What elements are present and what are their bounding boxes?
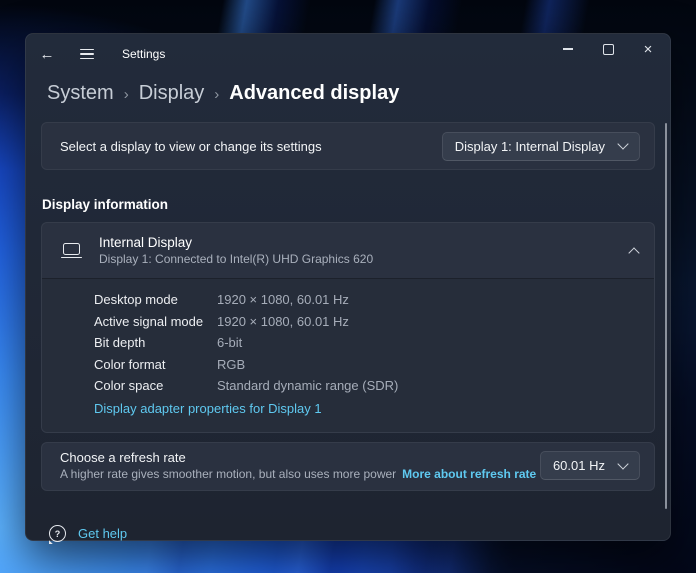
minimize-icon [563, 48, 573, 50]
get-help-row: ? Get help [49, 523, 655, 545]
refresh-rate-title: Choose a refresh rate [60, 450, 186, 465]
minimize-button[interactable] [548, 36, 588, 62]
breadcrumb-system[interactable]: System [47, 82, 114, 105]
refresh-rate-dropdown[interactable]: 60.01 Hz [539, 451, 640, 480]
breadcrumb: System › Display › Advanced display [47, 82, 670, 105]
settings-window: ← Settings × System › Display › Advanced… [25, 33, 671, 543]
breadcrumb-separator: › [123, 86, 129, 103]
more-about-refresh-rate-link[interactable]: More about refresh rate [402, 467, 536, 481]
app-title: Settings [122, 47, 166, 61]
breadcrumb-separator: › [214, 86, 220, 103]
display-connection-info: Display 1: Connected to Intel(R) UHD Gra… [99, 252, 374, 266]
display-name: Internal Display [99, 235, 193, 250]
window-controls: × [548, 36, 668, 62]
maximize-button[interactable] [588, 36, 628, 62]
display-selector-dropdown[interactable]: Display 1: Internal Display [441, 131, 640, 161]
info-label: Color space [94, 378, 164, 393]
chevron-down-icon [617, 138, 629, 150]
display-adapter-properties-link[interactable]: Display adapter properties for Display 1 [94, 398, 322, 420]
refresh-rate-value: 60.01 Hz [552, 458, 605, 473]
vertical-scrollbar[interactable] [664, 123, 667, 509]
chevron-up-icon[interactable] [628, 246, 640, 259]
back-icon: ← [39, 45, 55, 63]
page-title: Advanced display [229, 82, 400, 104]
info-label: Active signal mode [94, 313, 204, 329]
get-help-link[interactable]: Get help [78, 523, 127, 545]
refresh-rate-description: A higher rate gives smoother motion, but… [60, 467, 397, 481]
info-label: Desktop mode [94, 292, 178, 307]
info-row-active-signal-mode: Active signal mode 1920 × 1080, 60.01 Hz [94, 311, 638, 333]
info-label: Bit depth [94, 335, 146, 350]
info-label: Color format [94, 356, 166, 372]
maximize-icon [602, 43, 614, 55]
back-button[interactable]: ← [34, 44, 60, 64]
chevron-down-icon [617, 457, 629, 470]
info-row-desktop-mode: Desktop mode 1920 × 1080, 60.01 Hz [94, 289, 638, 311]
laptop-display-icon [60, 242, 82, 259]
info-value: RGB [217, 356, 246, 372]
hamburger-icon [80, 48, 94, 60]
close-icon: × [643, 40, 653, 58]
menu-button[interactable] [74, 44, 100, 64]
breadcrumb-display[interactable]: Display [139, 82, 205, 105]
info-value: 6-bit [217, 335, 243, 350]
display-selector-value: Display 1: Internal Display [454, 138, 605, 154]
help-bubble-icon: ? [49, 525, 66, 543]
display-information-header[interactable]: Internal Display Display 1: Connected to… [42, 223, 654, 278]
info-row-color-space: Color space Standard dynamic range (SDR) [94, 375, 638, 397]
titlebar: ← Settings × [26, 34, 670, 66]
info-row-bit-depth: Bit depth 6-bit [94, 332, 638, 354]
info-row-color-format: Color format RGB [94, 354, 638, 376]
close-button[interactable]: × [628, 36, 668, 62]
info-value: 1920 × 1080, 60.01 Hz [217, 313, 349, 329]
display-information-details: Desktop mode 1920 × 1080, 60.01 Hz Activ… [42, 278, 654, 432]
info-value: Standard dynamic range (SDR) [217, 378, 399, 393]
display-information-card: Internal Display Display 1: Connected to… [41, 222, 655, 433]
display-selector-card: Select a display to view or change its s… [41, 122, 655, 170]
section-title: Display information [42, 197, 169, 212]
display-selector-label: Select a display to view or change its s… [60, 138, 322, 154]
page-content: Select a display to view or change its s… [26, 122, 670, 545]
info-value: 1920 × 1080, 60.01 Hz [217, 292, 349, 307]
refresh-rate-card: Choose a refresh rate A higher rate give… [41, 442, 655, 491]
